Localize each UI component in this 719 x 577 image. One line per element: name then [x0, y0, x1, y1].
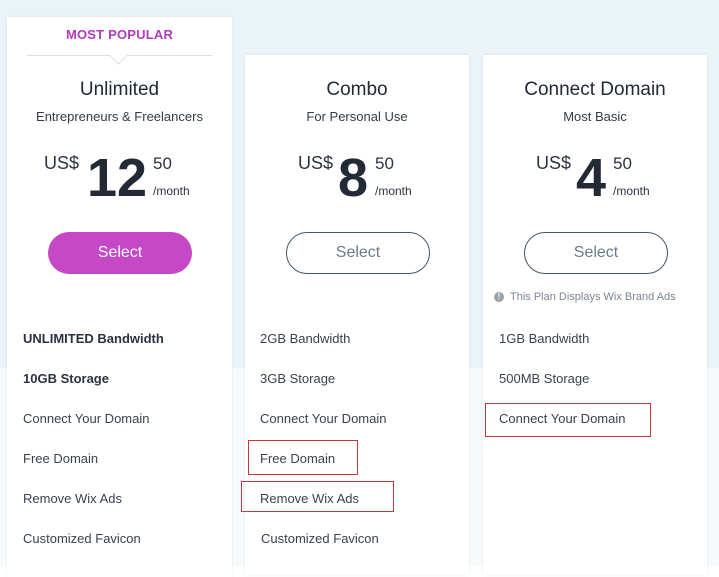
- price-period: /month: [613, 184, 650, 198]
- price-currency: US$: [536, 153, 572, 173]
- feature-item: Connect Your Domain: [23, 411, 150, 426]
- feature-item: Remove Wix Ads: [23, 491, 122, 506]
- price-cents: 50: [153, 154, 172, 173]
- notice-text: This Plan Displays Wix Brand Ads: [510, 291, 676, 303]
- price-currency: US$: [44, 153, 80, 173]
- price-currency: US$: [298, 153, 334, 173]
- highlight-box-remove-wix-ads: [241, 481, 394, 512]
- feature-item: 500MB Storage: [499, 371, 590, 386]
- price-cents: 50: [613, 154, 632, 173]
- price-cents: 50: [375, 154, 394, 173]
- price-amount: 12: [87, 148, 148, 208]
- plan-name: Combo: [326, 79, 388, 100]
- highlight-box-free-domain: [248, 440, 358, 475]
- feature-item: UNLIMITED Bandwidth: [23, 331, 164, 346]
- price-period: /month: [153, 184, 190, 198]
- select-button-unlimited[interactable]: Select: [48, 232, 192, 274]
- highlight-box-connect-your-domain: [485, 403, 651, 437]
- feature-item: Connect Your Domain: [260, 411, 387, 426]
- plan-name: Unlimited: [79, 79, 160, 100]
- select-button-combo[interactable]: Select: [286, 232, 430, 274]
- info-icon: !: [494, 292, 504, 303]
- plan-card-connect-domain: Connect Domain Most Basic US$ 4 50 /mont…: [483, 55, 707, 575]
- plan-tagline: For Personal Use: [306, 109, 408, 124]
- select-button-connect-domain[interactable]: Select: [524, 232, 668, 274]
- feature-item: 1GB Bandwidth: [499, 331, 590, 346]
- feature-item: Customized Favicon: [23, 531, 141, 546]
- most-popular-badge: MOST POPULAR: [65, 27, 174, 42]
- feature-item: 10GB Storage: [23, 371, 109, 386]
- plan-tagline: Entrepreneurs & Freelancers: [36, 109, 203, 124]
- price-amount: 8: [338, 148, 369, 208]
- wix-ads-notice: ! This Plan Displays Wix Brand Ads: [494, 291, 676, 303]
- badge-pointer: [109, 46, 128, 65]
- plan-card-unlimited: MOST POPULAR Unlimited Entrepreneurs & F…: [7, 17, 232, 577]
- feature-item: 2GB Bandwidth: [260, 331, 351, 346]
- feature-item: 3GB Storage: [260, 371, 336, 386]
- feature-item: Free Domain: [23, 451, 99, 466]
- price-period: /month: [375, 184, 412, 198]
- plan-name: Connect Domain: [524, 79, 666, 100]
- feature-item: Customized Favicon: [261, 531, 379, 546]
- plan-tagline: Most Basic: [563, 109, 627, 124]
- price-amount: 4: [576, 148, 607, 208]
